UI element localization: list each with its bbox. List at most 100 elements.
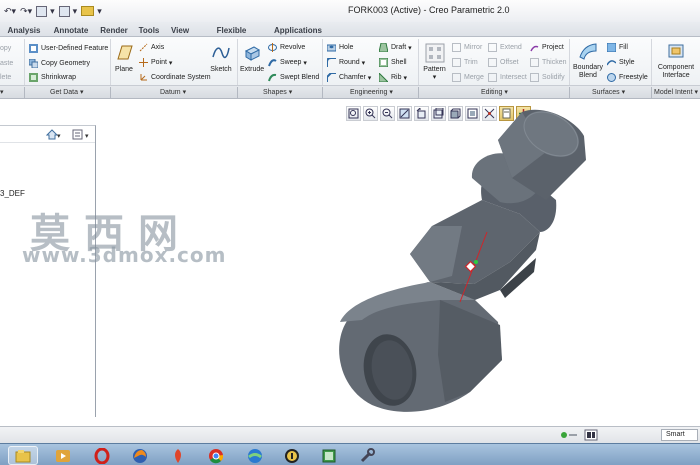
fill-icon [606,42,617,53]
tab-analysis[interactable]: Analysis [2,24,46,37]
merge-label: Merge [464,74,484,81]
merge-icon [452,73,461,82]
tab-applications[interactable]: Applications [270,24,326,37]
customize-qat-icon[interactable]: ▾ [97,4,102,18]
mirror-button[interactable]: Mirror [452,42,482,53]
draft-button[interactable]: Draft ▾ [378,42,412,53]
chamfer-menu-icon[interactable]: ▾ [366,74,372,82]
point-button[interactable]: Point ▾ [139,57,172,68]
taskbar-creo-icon[interactable] [314,446,344,465]
round-button[interactable]: Round ▾ [326,57,366,68]
group-editing[interactable]: Editing [481,87,508,98]
taskbar-chrome-icon[interactable] [201,446,231,465]
undo-icon[interactable]: ↶▾ [4,4,16,18]
extend-icon [488,43,497,52]
ribbon-tabs: Analysis Annotate Render Tools View Flex… [0,22,700,48]
thicken-button[interactable]: Thicken [530,57,567,68]
style-icon [606,58,617,67]
coordinate-system-button[interactable]: Coordinate System [139,72,211,83]
project-button[interactable]: Project [530,42,564,53]
freestyle-button[interactable]: Freestyle [607,72,648,83]
style-button[interactable]: Style [606,57,635,68]
axis-button[interactable]: Axis [139,42,164,53]
merge-button[interactable]: Merge [452,72,484,83]
solidify-button[interactable]: Solidify [530,72,565,83]
draft-menu-icon[interactable]: ▾ [406,44,412,52]
group-shapes[interactable]: Shapes [263,87,292,98]
revolve-button[interactable]: Revolve [268,42,305,53]
taskbar-tools-icon[interactable] [352,446,382,465]
tab-view[interactable]: View [167,24,193,37]
group-surfaces[interactable]: Surfaces [592,87,625,98]
shell-button[interactable]: Shell [378,57,407,68]
show-menu-icon[interactable]: ▾ [72,129,94,142]
find-icon[interactable] [584,429,598,443]
swept-blend-icon [268,73,277,82]
rib-button[interactable]: Rib ▾ [378,71,407,83]
redo-icon[interactable]: ↷▾ [20,4,32,18]
taskbar-app-icon[interactable] [163,446,193,465]
copy-geometry-button[interactable]: Copy Geometry [28,58,90,69]
round-menu-icon[interactable]: ▾ [360,59,366,67]
revolve-label: Revolve [280,44,306,51]
sweep-button[interactable]: Sweep ▾ [268,57,307,68]
ribbon-separator [237,39,238,85]
rib-menu-icon[interactable]: ▾ [402,74,407,82]
paste-button[interactable]: aste [0,58,13,69]
windows-icon[interactable] [58,5,70,17]
pattern-icon [425,43,444,63]
chamfer-button[interactable]: Chamfer ▾ [326,72,372,83]
copy-button[interactable]: opy [0,43,11,54]
swept-blend-button[interactable]: Swept Blend [268,72,319,83]
user-defined-feature-button[interactable]: User-Defined Feature [29,43,108,54]
hole-button[interactable]: Hole [326,42,353,53]
fork-3d-model[interactable] [330,100,590,430]
draft-icon [378,42,389,53]
group-engineering[interactable]: Engineering [350,87,393,98]
windows-menu-icon[interactable]: ▾ [73,4,78,18]
ribbon-separator [24,39,25,85]
operations-group-menu[interactable] [0,87,4,98]
tab-flexible-modeling[interactable]: Flexible Modeling [198,24,265,48]
sketch-button[interactable]: Sketch [209,43,233,74]
extend-label: Extend [500,44,522,51]
taskbar-opera-icon[interactable] [87,446,117,465]
taskbar-media-player-icon[interactable] [48,446,78,465]
fill-button[interactable]: Fill [606,42,628,53]
offset-button[interactable]: Offset [488,57,519,68]
plane-label: Plane [115,66,133,73]
group-get-data[interactable]: Get Data [50,87,83,98]
extrude-button[interactable]: Extrude [240,43,264,74]
boundary-blend-button[interactable]: Boundary Blend [572,41,604,80]
delete-button[interactable]: lete [0,72,11,83]
paste-label: aste [0,60,14,67]
group-model-intent[interactable]: Model Intent [654,87,698,98]
pattern-menu-icon[interactable]: ▾ [421,74,448,82]
open-folder-icon[interactable] [81,6,95,16]
sweep-menu-icon[interactable]: ▾ [301,59,307,67]
tree-settings-icon[interactable]: ▾ [45,129,62,142]
point-menu-icon[interactable]: ▾ [167,59,173,67]
tab-annotate[interactable]: Annotate [50,24,92,37]
taskbar-explorer-icon[interactable] [8,446,38,465]
taskbar-firefox-icon[interactable] [125,446,155,465]
selection-filter-select[interactable]: Smart [661,429,698,441]
tab-render[interactable]: Render [97,24,131,37]
extend-button[interactable]: Extend [488,42,522,53]
taskbar-network-icon[interactable] [240,446,270,465]
solidify-label: Solidify [542,74,565,81]
shrinkwrap-button[interactable]: Shrinkwrap [29,72,76,83]
shrinkwrap-label: Shrinkwrap [41,74,77,81]
pattern-button[interactable]: Pattern ▾ [421,43,448,82]
project-icon [530,43,539,52]
component-interface-button[interactable]: Component Interface [655,41,697,80]
group-datum[interactable]: Datum [160,87,186,98]
taskbar-info-icon[interactable] [277,446,307,465]
trim-button[interactable]: Trim [452,57,478,68]
plane-button[interactable]: Plane [113,43,135,74]
model-tree-item[interactable]: 3_DEF [0,189,25,198]
regenerate-icon[interactable] [36,5,48,17]
tab-tools[interactable]: Tools [135,24,163,37]
regenerate-menu-icon[interactable]: ▾ [50,4,55,18]
intersect-button[interactable]: Intersect [488,72,527,83]
